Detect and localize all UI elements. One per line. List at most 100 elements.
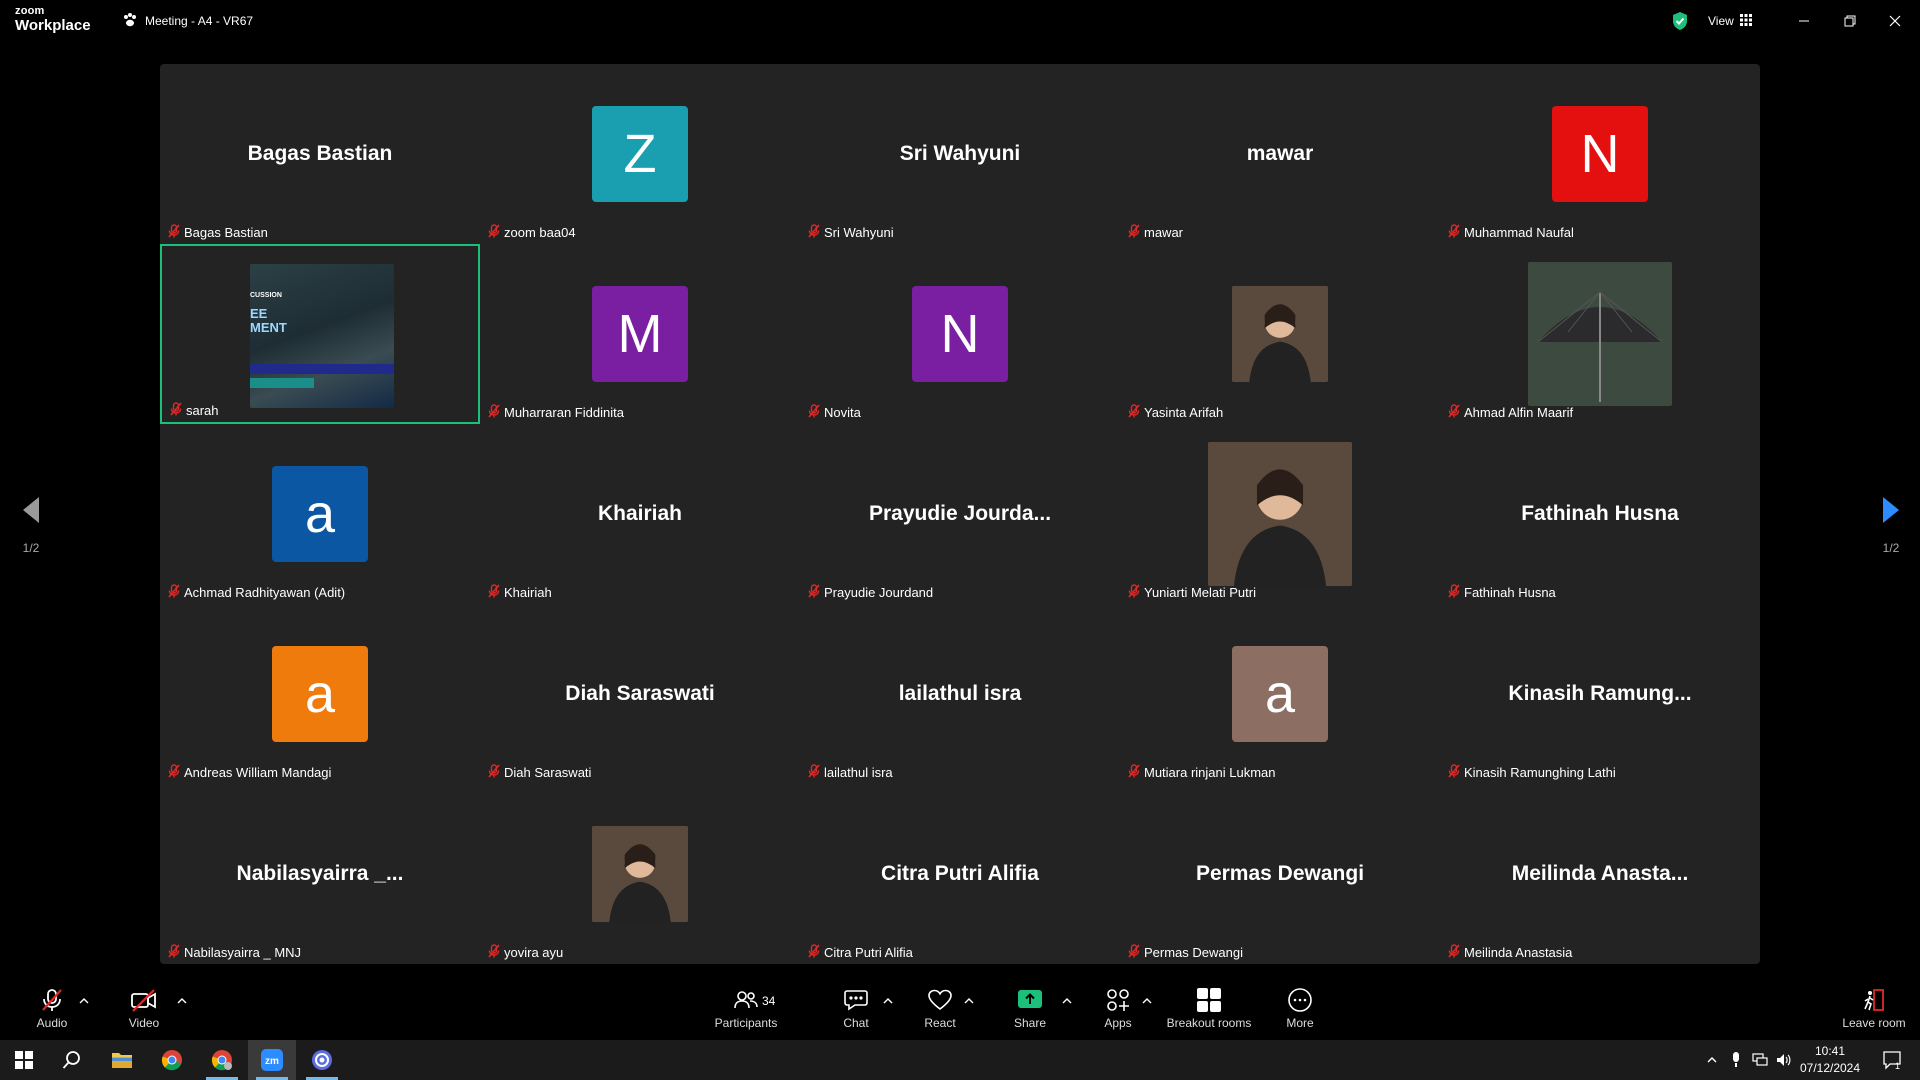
share-button[interactable]: Share	[1010, 986, 1050, 1036]
participant-tile[interactable]: a Mutiara rinjani Lukman	[1120, 604, 1440, 784]
participant-name: yovira ayu	[504, 944, 564, 960]
participant-tile[interactable]: N Muhammad Naufal	[1440, 64, 1760, 244]
participant-tile[interactable]: mawar mawar	[1120, 64, 1440, 244]
more-button[interactable]: More	[1280, 986, 1320, 1036]
participant-tile[interactable]: N Novita	[800, 244, 1120, 424]
participant-name: Muhammad Naufal	[1464, 224, 1574, 240]
right-arrow-icon[interactable]	[1881, 497, 1901, 528]
participant-tile[interactable]: Citra Putri Alifia Citra Putri Alifia	[800, 784, 1120, 964]
participant-name-label: Muharraran Fiddinita	[488, 403, 624, 421]
umbrella-photo	[1528, 262, 1672, 406]
video-button[interactable]: Video	[124, 986, 164, 1036]
network-tray-icon[interactable]	[1748, 1040, 1772, 1080]
microphone-tray-icon[interactable]	[1724, 1040, 1748, 1080]
video-options-caret-icon[interactable]	[176, 994, 188, 1006]
muted-microphone-icon	[170, 401, 182, 419]
chat-button[interactable]: Chat	[836, 986, 876, 1036]
search-icon[interactable]	[48, 1040, 96, 1080]
view-button[interactable]: View	[1708, 11, 1752, 31]
participant-tile[interactable]: Yasinta Arifah	[1120, 244, 1440, 424]
participant-avatar: N	[1552, 106, 1648, 202]
encryption-shield-icon[interactable]	[1670, 11, 1690, 31]
share-text-1: CUSSION	[250, 292, 282, 299]
muted-microphone-icon	[168, 223, 180, 241]
participant-tile[interactable]: Ahmad Alfin Maarif	[1440, 244, 1760, 424]
participant-name-label: Prayudie Jourdand	[808, 583, 933, 601]
close-button[interactable]	[1882, 8, 1908, 34]
volume-tray-icon[interactable]	[1772, 1040, 1796, 1080]
participant-tile[interactable]: Bagas Bastian Bagas Bastian	[160, 64, 480, 244]
page-indicator-right: 1/2	[1882, 541, 1900, 555]
apps-label: Apps	[1104, 1016, 1132, 1030]
participant-tile[interactable]: yovira ayu	[480, 784, 800, 964]
participant-tile[interactable]: a Achmad Radhityawan (Adit)	[160, 424, 480, 604]
participant-name-label: lailathul isra	[808, 763, 893, 781]
participant-name: zoom baa04	[504, 224, 576, 240]
participant-name: sarah	[186, 402, 219, 418]
muted-microphone-icon	[39, 986, 65, 1014]
notification-center-icon[interactable]: 1	[1872, 1040, 1912, 1080]
view-label: View	[1708, 14, 1734, 28]
participant-tile[interactable]: Yuniarti Melati Putri	[1120, 424, 1440, 604]
zoom-app-icon[interactable]: zm	[248, 1040, 296, 1080]
previous-page-nav[interactable]: 1/2	[16, 496, 46, 555]
chrome-profile-icon[interactable]	[198, 1040, 246, 1080]
profile-photo	[592, 826, 688, 922]
muted-microphone-icon	[808, 583, 820, 601]
grid-view-icon	[1739, 13, 1752, 29]
minimize-button[interactable]	[1791, 8, 1817, 34]
muted-microphone-icon	[1448, 223, 1460, 241]
participant-tile[interactable]: Meilinda Anasta... Meilinda Anastasia	[1440, 784, 1760, 964]
muted-microphone-icon	[808, 763, 820, 781]
notification-count: 1	[1895, 1061, 1900, 1070]
react-button[interactable]: React	[920, 986, 960, 1036]
leave-room-button[interactable]: Leave room	[1834, 986, 1914, 1036]
restore-button[interactable]	[1837, 8, 1863, 34]
participant-tile[interactable]: Diah Saraswati Diah Saraswati	[480, 604, 800, 784]
participant-tile[interactable]: M Muharraran Fiddinita	[480, 244, 800, 424]
participant-tile[interactable]: lailathul isra lailathul isra	[800, 604, 1120, 784]
participant-name-label: Permas Dewangi	[1128, 943, 1243, 961]
audio-button[interactable]: Audio	[32, 986, 72, 1036]
react-options-caret-icon[interactable]	[963, 994, 975, 1006]
chat-options-caret-icon[interactable]	[882, 994, 894, 1006]
participant-name-label: Kinasih Ramunghing Lathi	[1448, 763, 1616, 781]
muted-microphone-icon	[488, 223, 500, 241]
participant-tile[interactable]: Prayudie Jourda... Prayudie Jourdand	[800, 424, 1120, 604]
participant-tile[interactable]: Sri Wahyuni Sri Wahyuni	[800, 64, 1120, 244]
participant-name: Mutiara rinjani Lukman	[1144, 764, 1276, 780]
apps-button[interactable]: Apps	[1098, 986, 1138, 1036]
participant-display-name: Fathinah Husna	[1521, 502, 1679, 525]
zoom-workplace-taskbar-icon[interactable]	[298, 1040, 346, 1080]
participant-tile[interactable]: Fathinah Husna Fathinah Husna	[1440, 424, 1760, 604]
meeting-info[interactable]: Meeting - A4 - VR67	[122, 11, 253, 31]
muted-microphone-icon	[488, 763, 500, 781]
breakout-rooms-button[interactable]: Breakout rooms	[1164, 986, 1254, 1036]
participant-avatar: Z	[592, 106, 688, 202]
share-options-caret-icon[interactable]	[1061, 994, 1073, 1006]
participant-tile[interactable]: CUSSION EE MENT sarah	[160, 244, 480, 424]
windows-start-icon[interactable]	[0, 1040, 48, 1080]
participant-tile[interactable]: Khairiah Khairiah	[480, 424, 800, 604]
video-off-icon	[130, 986, 158, 1014]
show-hidden-icons-icon[interactable]	[1700, 1040, 1724, 1080]
file-explorer-icon[interactable]	[98, 1040, 146, 1080]
muted-microphone-icon	[168, 763, 180, 781]
participant-tile[interactable]: Zzoom baa04	[480, 64, 800, 244]
participant-tile[interactable]: Nabilasyairra _... Nabilasyairra _ MNJ	[160, 784, 480, 964]
participant-display-name: Nabilasyairra _...	[236, 862, 404, 885]
chrome-icon[interactable]	[148, 1040, 196, 1080]
participant-display-name: Sri Wahyuni	[899, 142, 1021, 165]
participant-tile[interactable]: Permas Dewangi Permas Dewangi	[1120, 784, 1440, 964]
audio-options-caret-icon[interactable]	[78, 994, 90, 1006]
participant-tile[interactable]: Kinasih Ramung... Kinasih Ramunghing Lath…	[1440, 604, 1760, 784]
system-clock[interactable]: 10:41 07/12/2024	[1795, 1043, 1865, 1077]
participant-avatar: N	[912, 286, 1008, 382]
next-page-nav[interactable]: 1/2	[1876, 496, 1906, 555]
apps-options-caret-icon[interactable]	[1141, 994, 1153, 1006]
muted-microphone-icon	[488, 583, 500, 601]
participant-name-label: Yuniarti Melati Putri	[1128, 583, 1256, 601]
left-arrow-icon[interactable]	[21, 497, 41, 528]
participant-tile[interactable]: a Andreas William Mandagi	[160, 604, 480, 784]
participant-count: 34	[762, 994, 776, 1008]
